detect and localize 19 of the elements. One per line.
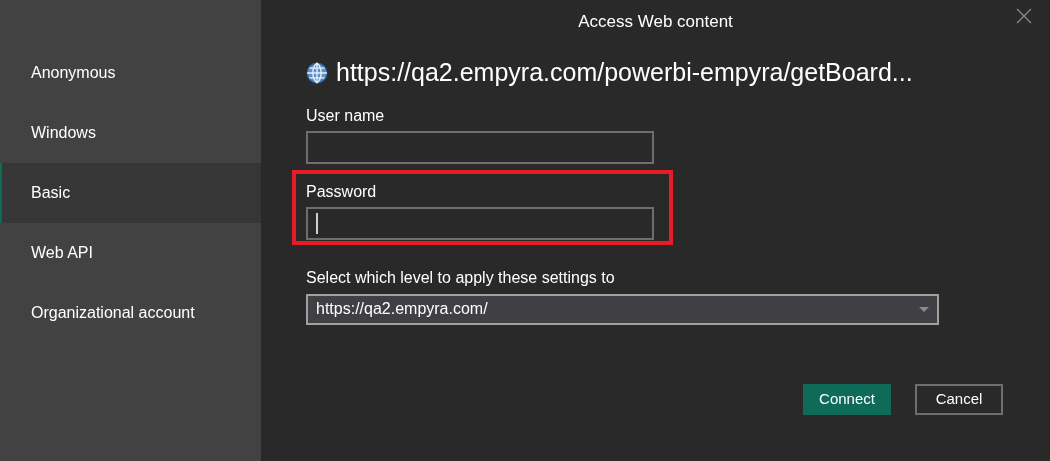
sidebar-item[interactable]: Anonymous [0,43,261,103]
sidebar-item[interactable]: Windows [0,103,261,163]
dialog-button[interactable]: Cancel [915,384,1003,415]
level-dropdown[interactable]: https://qa2.empyra.com/ [306,293,939,325]
caret-icon [919,306,929,312]
sidebar-item[interactable]: Basic [0,163,261,223]
dialog-button[interactable]: Connect [803,384,891,415]
close-icon[interactable] [1016,8,1032,24]
field-label: User name [306,105,385,126]
globe-icon [306,61,328,84]
input-field[interactable] [306,206,654,240]
sidebar-item[interactable]: Organizational account [0,283,261,343]
sidebar-item[interactable]: Web API [0,223,261,283]
level-label: Select which level to apply these settings to [306,267,615,288]
url-text: https://qa2.empyra.com/powerbi-empyra/getBoard... [336,57,913,88]
field-label: Password [306,181,377,202]
input-field[interactable] [306,130,654,164]
dialog-title: Access Web content [578,11,733,33]
dropdown-value: https://qa2.empyra.com/ [316,299,488,319]
